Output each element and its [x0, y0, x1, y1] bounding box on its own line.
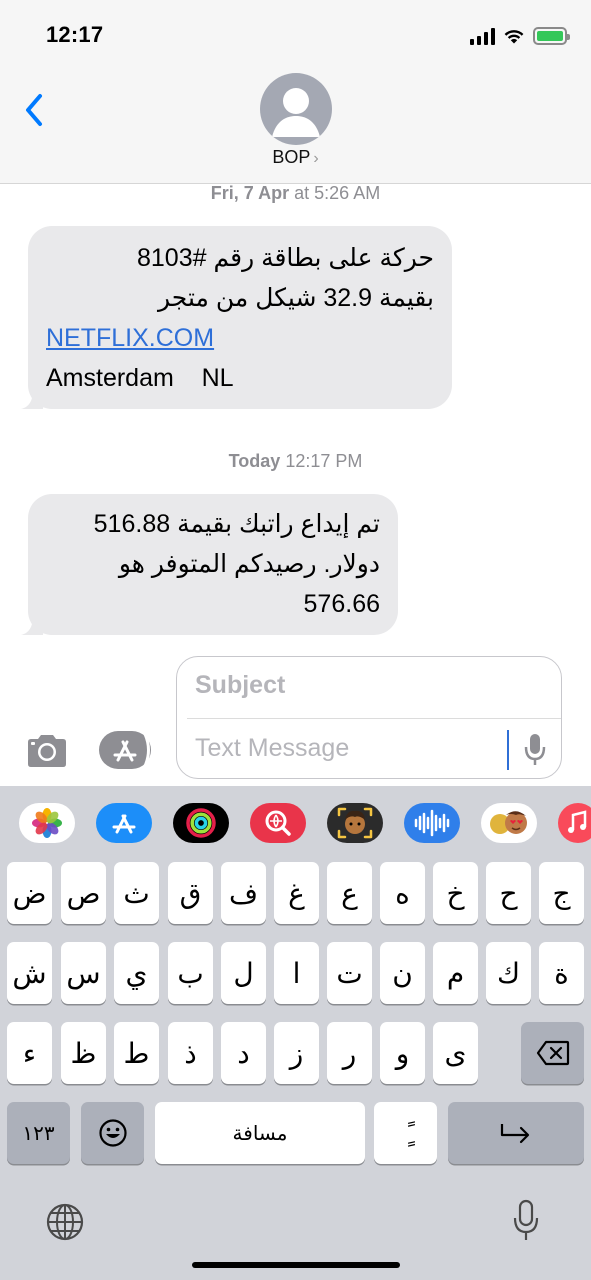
message-line: حركة على بطاقة رقم #8103 — [137, 244, 434, 272]
key-zay[interactable]: ز — [274, 1022, 319, 1084]
key-sin[interactable]: س — [61, 942, 106, 1004]
audio-message-app-icon[interactable] — [404, 803, 460, 843]
chevron-right-icon: › — [313, 150, 319, 167]
message-field[interactable]: Text Message — [195, 734, 349, 763]
key-jim[interactable]: ج — [539, 862, 584, 924]
cellular-signal-icon — [470, 27, 495, 45]
key-shin[interactable]: ش — [7, 942, 52, 1004]
keyboard-dictation-mic-icon[interactable] — [511, 1199, 541, 1243]
camera-icon[interactable] — [24, 733, 70, 769]
key-hamza[interactable]: ء — [7, 1022, 52, 1084]
music-app-icon[interactable] — [558, 803, 591, 843]
key-hha[interactable]: ح — [486, 862, 531, 924]
conversation-header: 12:17 BOP › — [0, 0, 591, 184]
message-line: دولار. رصيدكم المتوفر هو — [118, 550, 380, 578]
home-indicator — [192, 1262, 400, 1268]
bubble-tail — [21, 387, 43, 409]
key-ain[interactable]: ع — [327, 862, 372, 924]
key-sad[interactable]: ص — [61, 862, 106, 924]
delete-backspace-icon — [536, 1040, 569, 1066]
message-timestamp: Fri, 7 Apr at 5:26 AM — [0, 183, 591, 204]
subject-field[interactable]: Subject — [195, 671, 285, 700]
person-silhouette-icon — [272, 88, 320, 137]
space-key[interactable]: مسافة — [155, 1102, 365, 1164]
key-dad[interactable]: ض — [7, 862, 52, 924]
message-compose-box[interactable]: Subject Text Message — [176, 656, 562, 779]
emoji-key[interactable] — [81, 1102, 144, 1164]
key-mim[interactable]: م — [433, 942, 478, 1004]
memoji-stickers-app-icon[interactable] — [481, 803, 537, 843]
photos-app-icon[interactable] — [19, 803, 75, 843]
memoji-app-icon[interactable] — [327, 803, 383, 843]
key-alif-maqsura[interactable]: ى — [433, 1022, 478, 1084]
key-fa[interactable]: ف — [221, 862, 266, 924]
timestamp-time: at 5:26 AM — [289, 183, 381, 203]
key-ya[interactable]: ي — [114, 942, 159, 1004]
received-message-bubble[interactable]: حركة على بطاقة رقم #8103 بقيمة 32.9 شيكل… — [21, 226, 452, 409]
back-chevron-icon[interactable] — [20, 90, 50, 130]
message-timestamp: Today 12:17 PM — [0, 451, 591, 472]
compose-divider — [187, 718, 561, 719]
key-dha[interactable]: ظ — [61, 1022, 106, 1084]
timestamp-day: Today — [228, 451, 281, 471]
delete-key[interactable] — [521, 1022, 584, 1084]
message-line: تم إيداع راتبك بقيمة 516.88 — [93, 510, 380, 538]
wifi-icon — [504, 30, 524, 44]
key-ba[interactable]: ب — [168, 942, 213, 1004]
message-line: Amsterdam NL — [46, 364, 234, 392]
contact-name[interactable]: BOP › — [0, 147, 591, 168]
key-alif[interactable]: ا — [274, 942, 319, 1004]
status-icons — [470, 24, 570, 48]
key-lam[interactable]: ل — [221, 942, 266, 1004]
app-store-icon[interactable] — [98, 730, 152, 770]
key-ta-marbuta[interactable]: ة — [539, 942, 584, 1004]
key-dal[interactable]: د — [221, 1022, 266, 1084]
key-tta[interactable]: ط — [114, 1022, 159, 1084]
dictation-mic-icon[interactable] — [523, 732, 547, 768]
imessage-app-strip — [0, 786, 591, 862]
app-store-app-icon[interactable] — [96, 803, 152, 843]
key-ta[interactable]: ت — [327, 942, 372, 1004]
message-line: 576.66 — [303, 590, 380, 618]
key-waw[interactable]: و — [380, 1022, 425, 1084]
key-kha[interactable]: خ — [433, 862, 478, 924]
emoji-smiley-icon — [98, 1119, 127, 1147]
globe-icon[interactable] — [44, 1201, 86, 1243]
key-nun[interactable]: ن — [380, 942, 425, 1004]
contact-name-label: BOP — [272, 147, 311, 167]
diacritics-key[interactable]: ًٍ — [374, 1102, 437, 1164]
text-cursor — [507, 730, 509, 770]
bubble-tail — [21, 613, 43, 635]
key-tha[interactable]: ث — [114, 862, 159, 924]
key-ha[interactable]: ه — [380, 862, 425, 924]
contact-avatar[interactable] — [260, 73, 332, 145]
numbers-key[interactable]: ١٢٣ — [7, 1102, 70, 1164]
battery-charging-icon — [533, 27, 570, 45]
received-message-bubble[interactable]: تم إيداع راتبك بقيمة 516.88 دولار. رصيدك… — [21, 494, 398, 635]
search-images-app-icon[interactable] — [250, 803, 306, 843]
message-line: بقيمة 32.9 شيكل من متجر — [158, 284, 434, 312]
timestamp-day: Fri, 7 Apr — [210, 183, 290, 203]
key-qaf[interactable]: ق — [168, 862, 213, 924]
key-dhal[interactable]: ذ — [168, 1022, 213, 1084]
status-time: 12:17 — [46, 22, 104, 47]
key-ra[interactable]: ر — [327, 1022, 372, 1084]
fitness-activity-app-icon[interactable] — [173, 803, 229, 843]
return-arrow-icon — [500, 1124, 530, 1144]
timestamp-time: 12:17 PM — [280, 451, 363, 471]
key-ghain[interactable]: غ — [274, 862, 319, 924]
message-link[interactable]: NETFLIX.COM — [46, 324, 214, 352]
return-key[interactable] — [448, 1102, 584, 1164]
key-kaf[interactable]: ك — [486, 942, 531, 1004]
